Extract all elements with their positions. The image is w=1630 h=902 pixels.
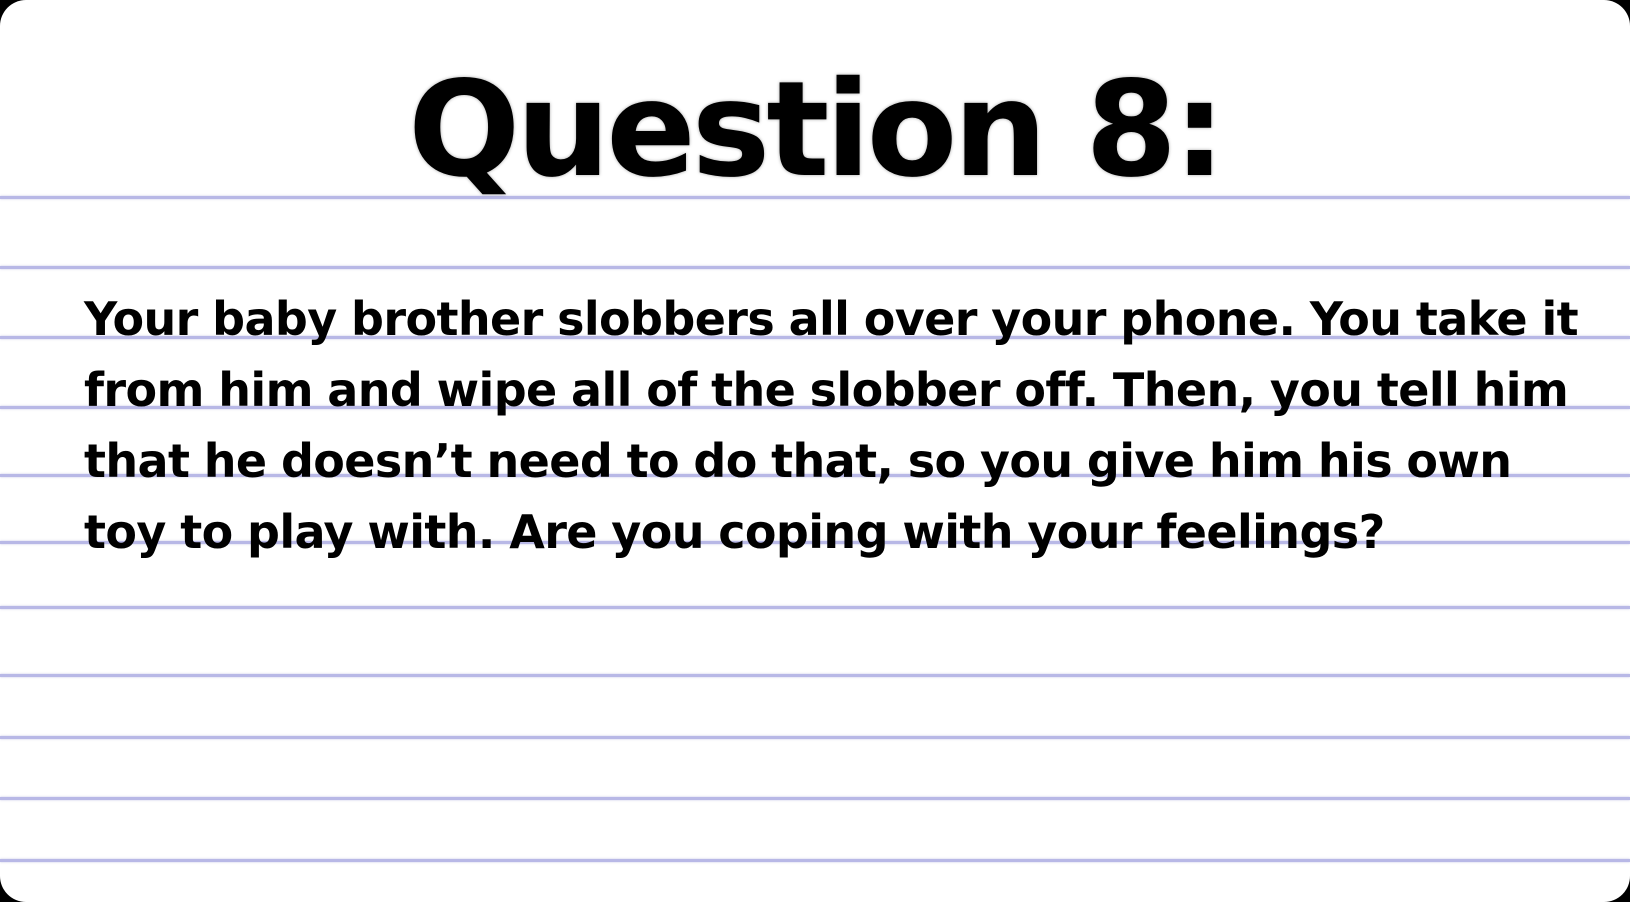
ruled-line (0, 859, 1630, 862)
ruled-line (0, 797, 1630, 800)
ruled-line (0, 266, 1630, 269)
ruled-line (0, 606, 1630, 609)
ruled-line (0, 674, 1630, 677)
lined-paper-card: Question 8: Your baby brother slobbers a… (0, 0, 1630, 902)
question-title: Question 8: (408, 53, 1226, 207)
question-text: Your baby brother slobbers all over your… (84, 292, 1579, 559)
ruled-line (0, 736, 1630, 739)
